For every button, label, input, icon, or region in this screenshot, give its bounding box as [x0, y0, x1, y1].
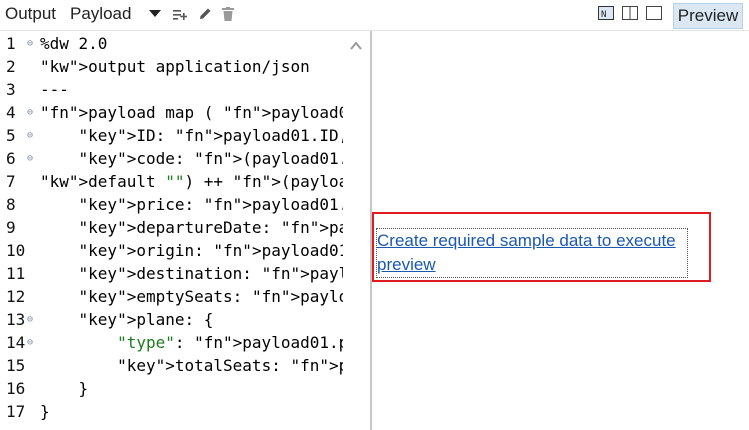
add-list-icon[interactable] — [172, 6, 188, 22]
create-sample-data-link[interactable]: Create required sample data to execute p… — [376, 228, 688, 278]
fold-toggle-icon[interactable]: ⊖ — [27, 314, 33, 325]
code-line[interactable]: "key">plane: { — [40, 310, 343, 329]
line-number: 9 — [6, 218, 16, 237]
view-single-icon[interactable] — [646, 6, 662, 20]
line-number: 17 — [6, 402, 26, 421]
code-line[interactable]: "key">origin: "fn">payload01.fromAi — [40, 241, 343, 260]
code-line[interactable]: --- — [40, 80, 343, 99]
code-line[interactable]: "fn">payload map ( "fn">payload01 , in — [40, 103, 343, 122]
trash-icon[interactable] — [221, 6, 235, 22]
code-line[interactable]: "key">price: "fn">payload01.price o — [40, 195, 343, 214]
code-line[interactable]: } — [40, 379, 343, 398]
line-number: 3 — [6, 80, 16, 99]
code-line[interactable]: "key">emptySeats: "fn">payload01.se — [40, 287, 343, 306]
fold-toggle-icon[interactable]: ⊖ — [27, 153, 33, 164]
code-line[interactable]: %dw 2.0 — [40, 34, 343, 53]
fold-toggle-icon[interactable]: ⊖ — [27, 107, 33, 118]
line-number: 6 — [6, 149, 16, 168]
fold-toggle-icon[interactable]: ⊖ — [27, 337, 33, 348]
line-number: 10 — [6, 241, 26, 260]
line-number: 8 — [6, 195, 16, 214]
dropdown-arrow-icon[interactable] — [148, 6, 162, 22]
output-toolbar: Output Payload N Preview — [0, 0, 749, 31]
line-number: 5 — [6, 126, 16, 145]
preview-button[interactable]: Preview — [673, 3, 743, 29]
code-line[interactable]: "key">destination: "fn">payload01.t — [40, 264, 343, 283]
dataweave-editor[interactable]: 1 ⊖ %dw 2.0 2 "kw">output application/json 3 -… — [0, 31, 370, 430]
line-number: 11 — [6, 264, 26, 283]
line-number: 15 — [6, 356, 26, 375]
code-line[interactable]: "type": "fn">payload01.pl — [40, 333, 343, 352]
fold-toggle-icon[interactable]: ⊖ — [27, 38, 33, 49]
code-line[interactable]: } — [40, 402, 343, 421]
view-split-icon[interactable] — [622, 6, 638, 20]
svg-text:N: N — [601, 10, 606, 19]
code-line[interactable]: "kw">default "") ++ "fn">(payload01.co — [40, 172, 343, 191]
line-number: 7 — [6, 172, 16, 191]
code-line[interactable]: "kw">output application/json — [40, 57, 343, 76]
line-number: 16 — [6, 379, 26, 398]
code-line[interactable]: "key">code: "fn">(payload01.code1 — [40, 149, 343, 168]
line-number: 14 — [6, 333, 26, 352]
editor-scrollbar[interactable] — [343, 31, 370, 430]
view-source-icon[interactable]: N — [598, 6, 614, 20]
code-line[interactable]: "key">totalSeats: "fn">payload0 — [40, 356, 343, 375]
code-line[interactable]: "key">ID: "fn">payload01.ID, — [40, 126, 343, 145]
line-number: 12 — [6, 287, 26, 306]
line-number: 4 — [6, 103, 16, 122]
payload-selector[interactable]: Payload — [70, 4, 131, 24]
line-number: 13 — [6, 310, 26, 329]
line-number: 1 — [6, 34, 16, 53]
code-line[interactable]: "key">departureDate: "fn">payload01 — [40, 218, 343, 237]
output-label: Output — [5, 4, 57, 23]
pencil-icon[interactable] — [197, 6, 213, 22]
fold-toggle-icon[interactable]: ⊖ — [27, 130, 33, 141]
line-number: 2 — [6, 57, 16, 76]
